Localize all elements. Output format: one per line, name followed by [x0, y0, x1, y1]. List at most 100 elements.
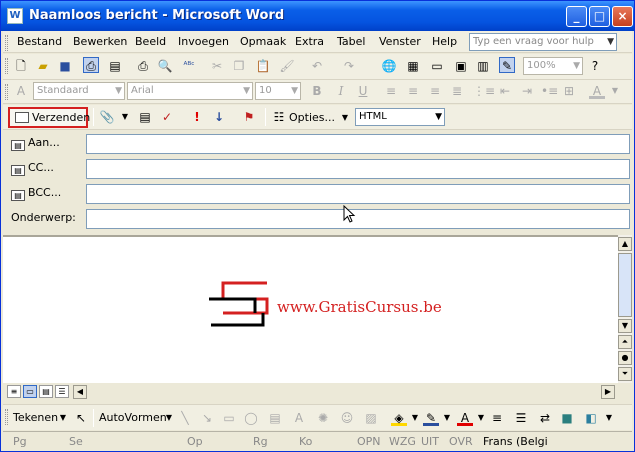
browse-object-button[interactable]: ● [618, 351, 632, 365]
text-box-icon[interactable]: ▤ [267, 410, 283, 426]
bullets-icon[interactable]: •≡ [541, 83, 558, 99]
hyperlink-icon[interactable]: 🌐 [381, 58, 397, 74]
help-icon[interactable]: ? [587, 58, 603, 74]
open-folder-icon[interactable]: ▰ [35, 58, 51, 74]
to-input[interactable] [86, 134, 630, 154]
toolbar-grip[interactable] [5, 409, 8, 425]
justify-icon[interactable]: ≣ [449, 83, 465, 99]
options-icon[interactable]: ☷ [271, 109, 287, 125]
align-center-icon[interactable]: ≡ [405, 83, 421, 99]
chevron-down-icon[interactable]: ▼ [117, 109, 133, 125]
chevron-down-icon[interactable]: ▼ [435, 109, 442, 125]
scroll-thumb[interactable] [618, 253, 632, 317]
flag-icon[interactable]: ⚑ [241, 109, 257, 125]
maximize-button[interactable]: □ [589, 6, 610, 27]
align-right-icon[interactable]: ≡ [427, 83, 443, 99]
to-button[interactable]: ▤ Aan... [11, 136, 60, 151]
web-layout-icon[interactable]: ▭ [23, 385, 37, 398]
print-layout-icon[interactable]: ▤ [39, 385, 53, 398]
chevron-down-icon[interactable]: ▼ [55, 410, 71, 426]
diagram-icon[interactable]: ✺ [315, 410, 331, 426]
oval-icon[interactable]: ◯ [243, 410, 259, 426]
copy-icon[interactable]: ❐ [231, 58, 247, 74]
previous-page-button[interactable]: ⏶ [618, 335, 632, 349]
new-document-icon[interactable]: 🗋 [13, 58, 29, 74]
chevron-down-icon[interactable]: ▼ [607, 83, 623, 99]
print-icon[interactable]: ⎙ [135, 58, 151, 74]
clip-art-icon[interactable]: ☺ [339, 410, 355, 426]
menu-beeld[interactable]: Beeld [135, 35, 166, 48]
cc-button[interactable]: ▤ CC... [11, 161, 54, 176]
title-bar[interactable]: W Naamloos bericht - Microsoft Word _ □ … [1, 1, 634, 31]
importance-low-icon[interactable]: ↓ [211, 109, 227, 125]
chevron-down-icon[interactable]: ▼ [243, 83, 250, 99]
drawing-icon[interactable]: ✎ [499, 57, 515, 73]
decrease-indent-icon[interactable]: ⇤ [497, 83, 513, 99]
scroll-up-button[interactable]: ▲ [618, 237, 632, 251]
draw-menu-button[interactable]: Tekenen [13, 411, 58, 424]
arrow-icon[interactable]: ↘ [199, 410, 215, 426]
chevron-down-icon[interactable]: ▼ [573, 58, 580, 74]
menu-opmaak[interactable]: Opmaak [240, 35, 286, 48]
spelling-icon[interactable]: ᴬᴮᶜ [181, 58, 197, 74]
columns-icon[interactable]: ▥ [475, 58, 491, 74]
chevron-down-icon[interactable]: ▼ [161, 410, 177, 426]
status-trk[interactable]: WZG [389, 435, 416, 448]
font-select[interactable]: Arial ▼ [127, 82, 253, 100]
chevron-down-icon[interactable]: ▼ [473, 410, 489, 426]
toolbar-grip[interactable] [5, 58, 8, 74]
line-icon[interactable]: ╲ [177, 410, 193, 426]
style-select[interactable]: Standaard ▼ [33, 82, 125, 100]
undo-icon[interactable]: ↶ [309, 58, 325, 74]
insert-picture-icon[interactable]: ▨ [363, 410, 379, 426]
align-left-icon[interactable]: ≡ [383, 83, 399, 99]
horizontal-scrollbar[interactable]: ≡ ▭ ▤ ☰ ◀ ▶ [3, 383, 632, 401]
menu-venster[interactable]: Venster [379, 35, 421, 48]
status-ext[interactable]: UIT [421, 435, 439, 448]
menu-bestand[interactable]: Bestand [17, 35, 62, 48]
minimize-button[interactable]: _ [566, 6, 587, 27]
autoshapes-button[interactable]: AutoVormen [99, 411, 167, 424]
scroll-down-button[interactable]: ▼ [618, 319, 632, 333]
close-button[interactable]: × [612, 6, 633, 27]
chevron-down-icon[interactable]: ▼ [291, 83, 298, 99]
arrow-style-icon[interactable]: ⇄ [537, 410, 553, 426]
scroll-left-button[interactable]: ◀ [73, 385, 87, 399]
status-ovr[interactable]: OVR [449, 435, 473, 448]
rectangle-icon[interactable]: ▭ [221, 410, 237, 426]
menu-bewerken[interactable]: Bewerken [73, 35, 127, 48]
styles-icon[interactable]: A [13, 83, 29, 99]
font-size-select[interactable]: 10 ▼ [255, 82, 301, 100]
numbering-icon[interactable]: ⋮≡ [473, 83, 495, 99]
insert-excel-icon[interactable]: ▣ [453, 58, 469, 74]
dash-style-icon[interactable]: ☰ [513, 410, 529, 426]
permission-icon[interactable]: ⎙ [83, 57, 99, 73]
menu-help[interactable]: Help [432, 35, 457, 48]
bold-icon[interactable]: B [309, 83, 325, 99]
chevron-down-icon[interactable]: ▼ [439, 410, 455, 426]
wordart-icon[interactable]: A [291, 410, 307, 426]
borders-icon[interactable]: ⊞ [561, 83, 577, 99]
menu-invoegen[interactable]: Invoegen [178, 35, 229, 48]
chevron-down-icon[interactable]: ▼ [607, 34, 614, 50]
vertical-scrollbar[interactable]: ▲ ▼ ⏶ ● ⏷ [618, 235, 632, 383]
send-button[interactable]: Verzenden [8, 107, 90, 128]
increase-indent-icon[interactable]: ⇥ [519, 83, 535, 99]
next-page-button[interactable]: ⏷ [618, 367, 632, 381]
scroll-right-button[interactable]: ▶ [601, 385, 615, 399]
select-objects-icon[interactable]: ↖ [73, 410, 89, 426]
menu-tabel[interactable]: Tabel [337, 35, 365, 48]
tables-borders-icon[interactable]: ▦ [405, 58, 421, 74]
italic-icon[interactable]: I [333, 83, 349, 99]
drawing-font-color-icon[interactable]: A [457, 410, 473, 426]
outline-view-icon[interactable]: ☰ [55, 385, 69, 398]
shadow-style-icon[interactable]: ■ [559, 410, 575, 426]
font-color-icon[interactable]: A [589, 83, 605, 99]
line-style-icon[interactable]: ≡ [489, 410, 505, 426]
bcc-button[interactable]: ▤ BCC... [11, 186, 61, 201]
underline-icon[interactable]: U [355, 83, 371, 99]
bcc-input[interactable] [86, 184, 630, 204]
check-names-user-icon[interactable]: ✓ [159, 109, 175, 125]
paste-icon[interactable]: 📋 [255, 58, 271, 74]
word-app-icon[interactable]: W [7, 8, 23, 24]
